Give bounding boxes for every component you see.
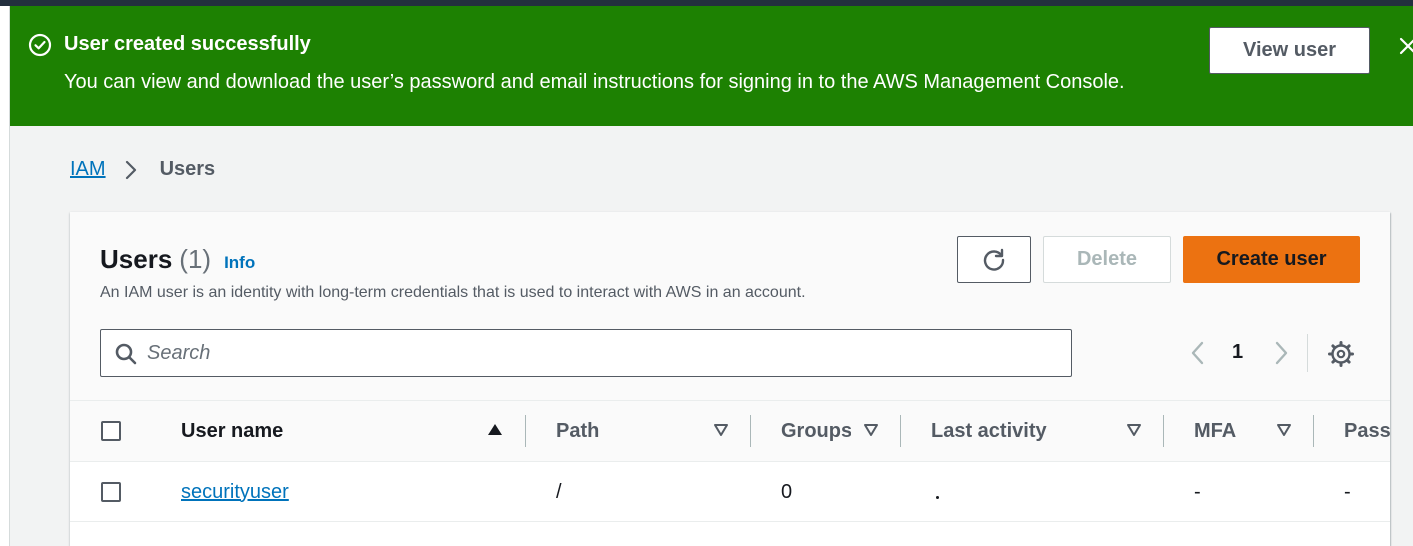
table-row: securityuser / 0 - - — [70, 462, 1390, 522]
caret-down-icon[interactable] — [712, 421, 730, 439]
panel-description: An IAM user is an identity with long-ter… — [100, 284, 806, 301]
last-activity-placeholder-dot — [936, 496, 939, 499]
column-divider — [1163, 415, 1164, 447]
column-divider — [900, 415, 901, 447]
column-header-password[interactable]: Passw — [1344, 401, 1390, 461]
select-all-checkbox[interactable] — [101, 421, 121, 441]
breadcrumb-iam-link[interactable]: IAM — [70, 158, 106, 181]
caret-down-icon[interactable] — [862, 421, 880, 439]
column-header-last-activity[interactable]: Last activity — [931, 401, 1047, 461]
panel-title: Users (1) Info — [100, 244, 255, 275]
cell-mfa: - — [1194, 480, 1201, 503]
cell-groups: 0 — [781, 480, 793, 503]
panel-title-text: Users — [100, 244, 173, 274]
refresh-icon — [983, 248, 1005, 271]
breadcrumb: IAM Users — [70, 158, 215, 181]
refresh-button[interactable] — [957, 236, 1031, 283]
chevron-right-icon — [125, 160, 136, 179]
column-header-path[interactable]: Path — [556, 401, 599, 461]
user-name-link[interactable]: securityuser — [181, 462, 289, 522]
user-count: (1) — [179, 244, 212, 274]
column-divider — [750, 415, 751, 447]
users-table-header: Users (1) Info An IAM user is an identit… — [70, 212, 1390, 400]
column-header-groups[interactable]: Groups — [781, 401, 851, 461]
column-divider — [525, 415, 526, 447]
flash-title: User created successfully — [64, 33, 311, 55]
chevron-right-icon[interactable] — [1270, 340, 1292, 366]
table-header-row: User name Path Groups Last activity MFA … — [70, 400, 1390, 462]
create-user-button[interactable]: Create user — [1183, 236, 1360, 283]
column-header-user-name[interactable]: User name — [181, 401, 283, 461]
close-icon[interactable] — [1398, 36, 1413, 56]
users-table-container: Users (1) Info An IAM user is an identit… — [70, 212, 1390, 546]
check-circle-icon — [28, 33, 52, 57]
caret-down-icon[interactable] — [1275, 421, 1293, 439]
view-user-button[interactable]: View user — [1209, 27, 1370, 74]
current-page-number[interactable]: 1 — [1232, 341, 1243, 364]
breadcrumb-current: Users — [159, 158, 216, 180]
side-navigation-edge — [0, 6, 10, 546]
search-input[interactable] — [147, 336, 1047, 370]
column-header-mfa[interactable]: MFA — [1194, 401, 1236, 461]
delete-button[interactable]: Delete — [1043, 236, 1171, 283]
chevron-left-icon[interactable] — [1187, 340, 1209, 366]
caret-down-icon[interactable] — [1125, 421, 1143, 439]
search-icon — [115, 343, 137, 365]
success-flashbar: User created successfully You can view a… — [10, 6, 1413, 126]
caret-up-icon[interactable] — [486, 421, 504, 439]
pager-divider — [1307, 334, 1308, 372]
info-link[interactable]: Info — [224, 253, 255, 273]
cell-path: / — [556, 480, 562, 503]
gear-icon[interactable] — [1327, 340, 1355, 368]
flash-message: You can view and download the user’s pas… — [64, 71, 1125, 93]
cell-password: - — [1344, 480, 1351, 503]
column-divider — [1313, 415, 1314, 447]
search-field — [100, 329, 1072, 377]
row-select-checkbox[interactable] — [101, 482, 121, 502]
